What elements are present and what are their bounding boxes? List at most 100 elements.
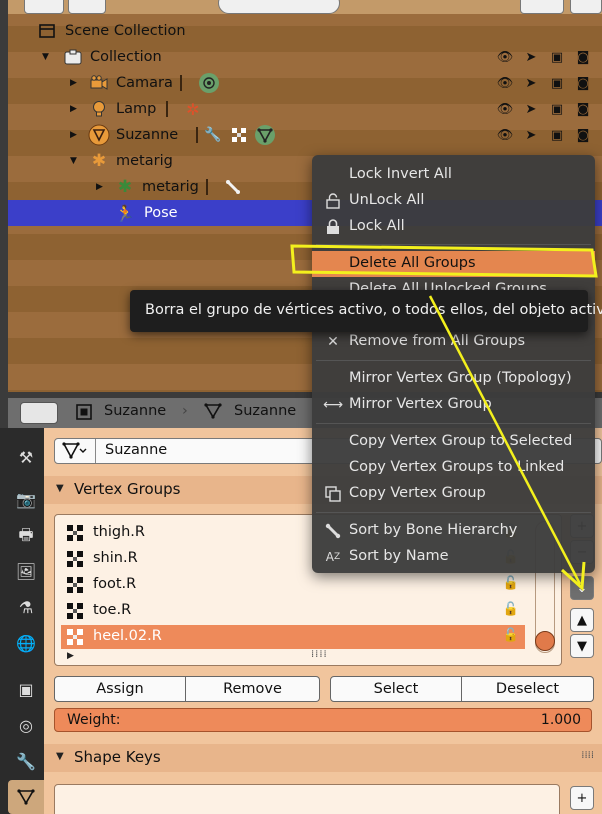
- mesh-data-icon[interactable]: [254, 124, 276, 146]
- unlock-icon[interactable]: 🔓: [503, 576, 519, 591]
- unlock-icon[interactable]: 🔓: [503, 628, 519, 643]
- expand-triangle-icon[interactable]: ▼: [42, 52, 49, 62]
- vertex-groups-icon[interactable]: [230, 126, 248, 144]
- vertex-group-specials-menu: Lock Invert All UnLock All Lock All Dele…: [312, 155, 595, 573]
- list-resize-handle-icon[interactable]: ⁞⁞⁞⁞: [311, 649, 328, 660]
- select-arrow-icon[interactable]: ➤: [522, 74, 540, 92]
- breadcrumb-object: Suzanne: [104, 403, 167, 419]
- outliner-row-scene-collection[interactable]: Scene Collection: [8, 18, 602, 44]
- expand-triangle-icon[interactable]: ▼: [70, 156, 77, 166]
- breadcrumb-data: Suzanne: [234, 403, 297, 419]
- render-camera-icon[interactable]: ◙: [574, 74, 592, 92]
- world-tab-icon[interactable]: 🌐: [8, 626, 44, 660]
- modifier-wrench-tab-icon[interactable]: 🔧: [8, 744, 44, 778]
- eye-icon[interactable]: 👁: [496, 74, 514, 92]
- physics-tab-icon[interactable]: ◎: [8, 708, 44, 742]
- deselect-button[interactable]: Deselect: [462, 676, 594, 702]
- outliner-row-camara[interactable]: ▶ Camara 👁 ➤ ▣ ◙: [8, 70, 602, 96]
- new-collection-button[interactable]: [570, 0, 602, 14]
- vertex-group-specials-button[interactable]: ⌄: [570, 576, 594, 600]
- expand-triangle-icon[interactable]: ▶: [70, 104, 77, 114]
- menu-separator: [316, 244, 591, 245]
- editor-type-button[interactable]: [24, 0, 64, 14]
- menu-item-sort-by-name[interactable]: AZ Sort by Name: [312, 544, 595, 570]
- outliner-row-suzanne[interactable]: ▶ Suzanne 🔧 👁 ➤ ▣ ◙: [8, 122, 602, 148]
- monitor-icon[interactable]: ▣: [548, 74, 566, 92]
- scene-tab-icon[interactable]: ⚗: [8, 590, 44, 624]
- assign-button[interactable]: Assign: [54, 676, 186, 702]
- armature-data-icon: ✱: [117, 177, 133, 197]
- monitor-icon[interactable]: ▣: [548, 48, 566, 66]
- shape-keys-list[interactable]: [54, 784, 560, 814]
- editor-type-button[interactable]: [20, 402, 58, 424]
- outliner-label: Lamp: [116, 101, 157, 117]
- menu-item-label: Mirror Vertex Group (Topology): [349, 370, 572, 386]
- menu-item-mirror-vertex-group[interactable]: ⟷ Mirror Vertex Group: [312, 392, 595, 418]
- mesh-datablock-name: Suzanne: [105, 442, 168, 458]
- menu-item-unlock-all[interactable]: UnLock All: [312, 188, 595, 214]
- menu-item-copy-vertex-group[interactable]: Copy Vertex Group: [312, 481, 595, 507]
- eye-icon[interactable]: 👁: [496, 48, 514, 66]
- select-arrow-icon[interactable]: ➤: [522, 100, 540, 118]
- view-layer-tab-icon[interactable]: 🖼: [8, 554, 44, 588]
- weight-value: 1.000: [540, 712, 581, 728]
- tooltip: Borra el grupo de vértices activo, o tod…: [130, 290, 602, 332]
- output-tab-icon[interactable]: 🖶: [8, 520, 44, 554]
- select-button[interactable]: Select: [330, 676, 462, 702]
- lamp-data-icon[interactable]: ✲: [184, 100, 202, 119]
- list-item-active[interactable]: heel.02.R 🔓: [61, 625, 525, 649]
- outliner-row-lamp[interactable]: ▶ Lamp ✲ 👁 ➤ ▣ ◙: [8, 96, 602, 122]
- menu-item-lock-all[interactable]: Lock All: [312, 214, 595, 240]
- collapse-triangle-icon: ▼: [56, 483, 64, 494]
- menu-item-copy-vertex-groups-to-linked[interactable]: Copy Vertex Groups to Linked: [312, 455, 595, 481]
- bone-icon[interactable]: [224, 178, 242, 196]
- expand-triangle-icon[interactable]: ▶: [96, 182, 103, 192]
- object-tab-icon[interactable]: ▣: [8, 672, 44, 706]
- add-shape-key-button[interactable]: +: [570, 786, 594, 810]
- menu-item-label: Copy Vertex Groups to Linked: [349, 459, 565, 475]
- move-down-button[interactable]: ▼: [570, 634, 594, 658]
- outliner-label: Camara: [116, 75, 173, 91]
- monitor-icon[interactable]: ▣: [548, 126, 566, 144]
- shape-keys-panel-header[interactable]: ▼ Shape Keys ⁞⁞⁞⁞: [44, 744, 602, 772]
- move-up-button[interactable]: ▲: [570, 608, 594, 632]
- menu-item-delete-all-groups[interactable]: Delete All Groups: [312, 251, 595, 277]
- vertex-group-name: shin.R: [93, 550, 138, 566]
- menu-item-copy-vertex-group-to-selected[interactable]: Copy Vertex Group to Selected: [312, 429, 595, 455]
- expand-triangle-icon[interactable]: ▶: [70, 78, 77, 88]
- select-arrow-icon[interactable]: ➤: [522, 48, 540, 66]
- weight-slider[interactable]: Weight: 1.000: [54, 708, 592, 732]
- mesh-data-tab-icon[interactable]: [8, 780, 44, 814]
- bone-icon: [324, 522, 342, 540]
- unlock-icon[interactable]: 🔓: [503, 602, 519, 617]
- menu-separator: [316, 512, 591, 513]
- monitor-icon[interactable]: ▣: [548, 100, 566, 118]
- outliner-row-collection[interactable]: ▼ Collection 👁 ➤ ▣ ◙: [8, 44, 602, 70]
- list-item[interactable]: toe.R 🔓: [61, 599, 525, 623]
- eye-icon[interactable]: 👁: [496, 126, 514, 144]
- wrench-icon[interactable]: 🔧: [204, 126, 222, 144]
- menu-item-lock-invert-all[interactable]: Lock Invert All: [312, 162, 595, 188]
- scene-collection-icon: [38, 22, 56, 40]
- render-camera-icon[interactable]: ◙: [574, 126, 592, 144]
- drag-handle-icon[interactable]: ⁞⁞⁞⁞: [581, 750, 594, 761]
- display-mode-button[interactable]: [68, 0, 106, 14]
- select-arrow-icon[interactable]: ➤: [522, 126, 540, 144]
- remove-button[interactable]: Remove: [186, 676, 320, 702]
- outliner-search-input[interactable]: [218, 0, 340, 14]
- eye-icon[interactable]: 👁: [496, 100, 514, 118]
- camera-data-icon[interactable]: [198, 72, 220, 94]
- expand-triangle-icon[interactable]: ▶: [70, 130, 77, 140]
- render-camera-icon[interactable]: ◙: [574, 48, 592, 66]
- list-filter-triangle-icon[interactable]: ▶: [67, 651, 74, 661]
- menu-item-mirror-vertex-group-topology[interactable]: Mirror Vertex Group (Topology): [312, 366, 595, 392]
- render-camera-icon[interactable]: ◙: [574, 100, 592, 118]
- tooltip-text: Borra el grupo de vértices activo, o tod…: [145, 302, 602, 318]
- menu-item-remove-from-all-groups[interactable]: ✕ Remove from All Groups: [312, 329, 595, 355]
- filter-button[interactable]: [520, 0, 564, 14]
- render-tab-icon[interactable]: 📷: [8, 482, 44, 516]
- tool-tab-icon[interactable]: ⚒: [8, 440, 44, 474]
- list-item[interactable]: foot.R 🔓: [61, 573, 525, 597]
- outliner-label: Collection: [90, 49, 162, 65]
- menu-item-sort-by-bone-hierarchy[interactable]: Sort by Bone Hierarchy: [312, 518, 595, 544]
